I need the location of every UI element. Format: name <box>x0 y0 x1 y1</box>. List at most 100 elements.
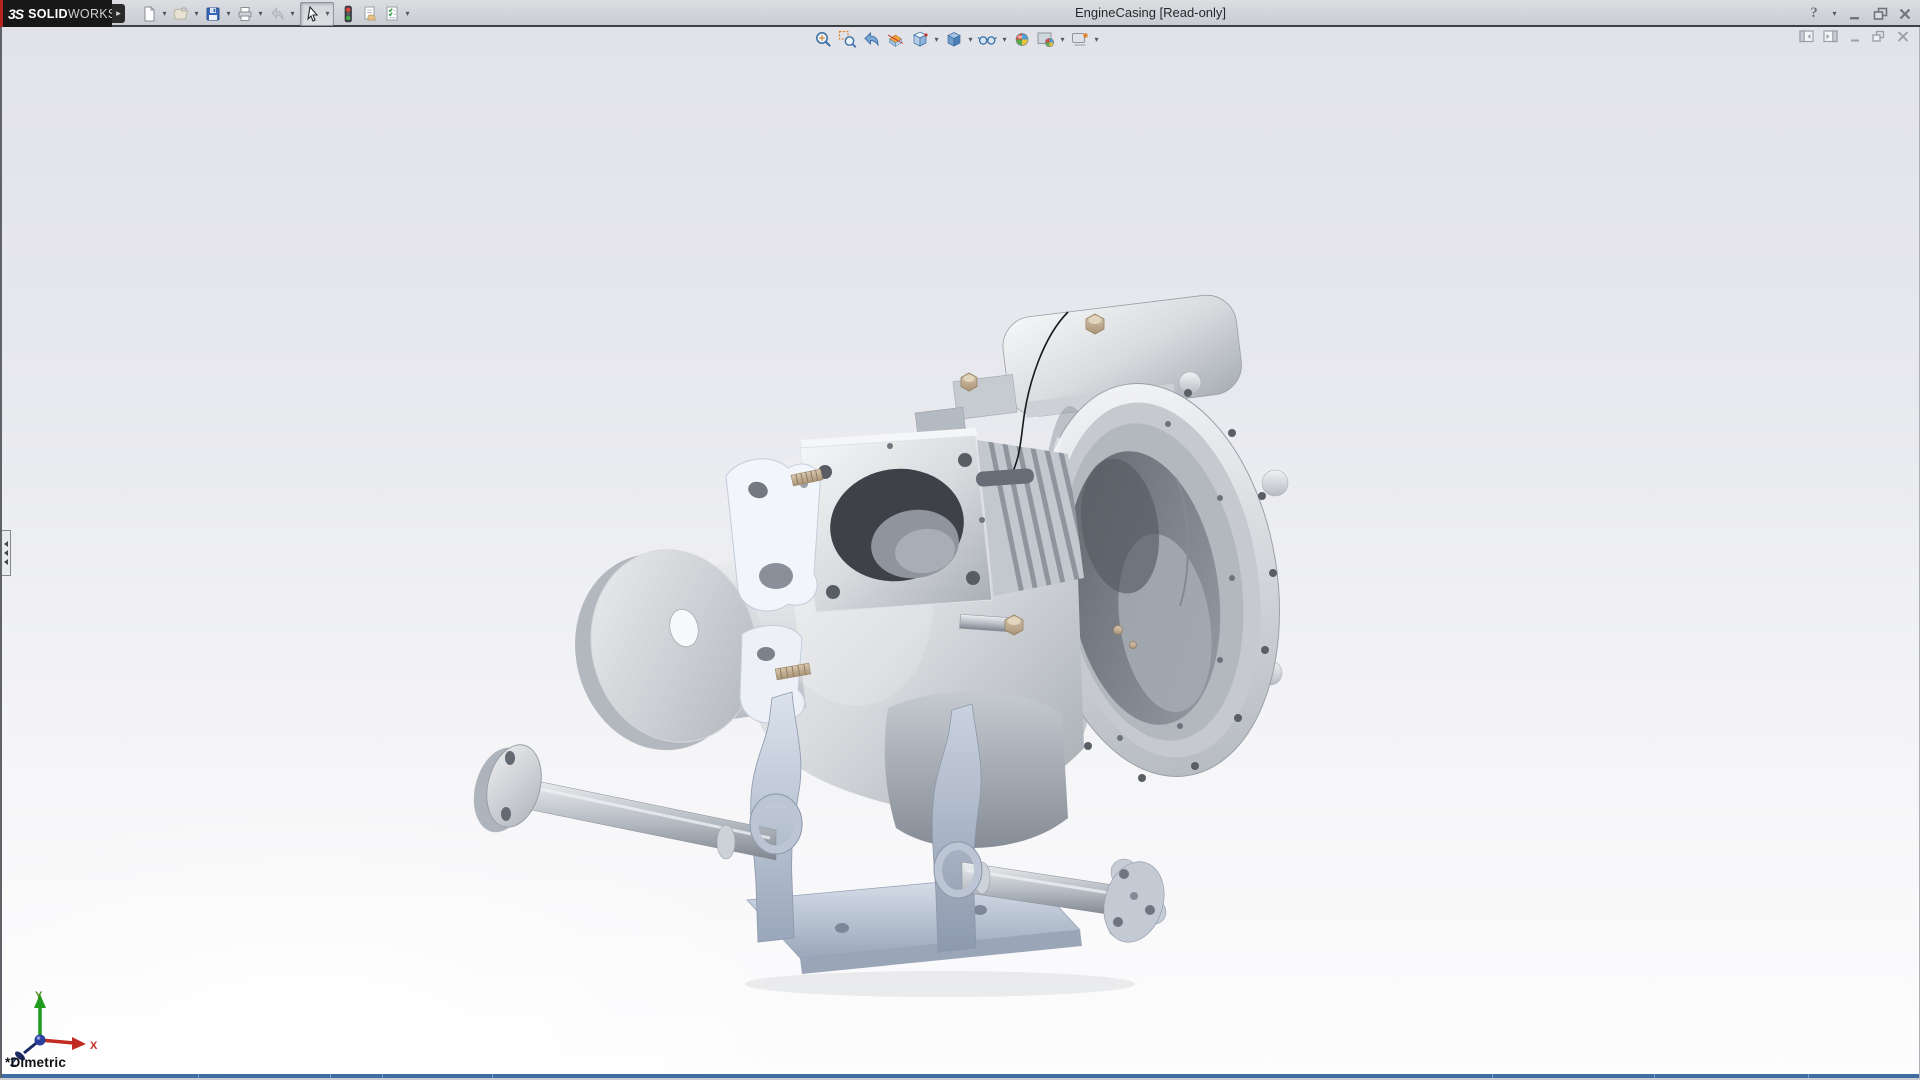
hide-show-items-icon <box>977 30 998 49</box>
dropdown-caret[interactable]: ▾ <box>160 9 169 18</box>
select-tool-group: ▾ <box>300 2 334 26</box>
doc-close-icon <box>1896 30 1910 43</box>
select-cursor-icon <box>304 5 322 23</box>
file-properties-button[interactable] <box>359 3 380 25</box>
status-divider <box>330 1074 331 1078</box>
status-divider <box>1492 1074 1493 1078</box>
close-button[interactable] <box>1896 5 1914 23</box>
minimize-icon <box>1848 7 1862 21</box>
document-restore-button[interactable] <box>1870 29 1887 44</box>
dropdown-caret[interactable]: ▾ <box>1058 35 1067 44</box>
model-3d-view[interactable] <box>420 278 1330 998</box>
menu-flyout-arrow[interactable]: ▸ <box>112 4 125 23</box>
dropdown-caret[interactable]: ▾ <box>192 9 201 18</box>
feature-pane-right-button[interactable] <box>1822 29 1839 44</box>
traffic-light-icon <box>339 5 357 23</box>
select-button[interactable] <box>302 3 323 25</box>
hide-show-items-button[interactable] <box>976 28 999 50</box>
dropdown-caret[interactable]: ▾ <box>323 9 332 18</box>
solidworks-logo: 3S SOLIDWORKS <box>0 0 112 27</box>
dropdown-caret[interactable]: ▾ <box>288 9 297 18</box>
help-button[interactable]: ? <box>1805 5 1823 23</box>
open-folder-icon <box>172 5 190 23</box>
status-bar <box>2 1074 1919 1078</box>
feature-pane-left-button[interactable] <box>1798 29 1815 44</box>
view-settings-icon <box>1070 30 1090 49</box>
engine-casing-model <box>420 278 1330 998</box>
print-button[interactable] <box>234 3 255 25</box>
edit-appearance-button[interactable] <box>1010 28 1033 50</box>
dropdown-caret[interactable]: ▾ <box>403 9 412 18</box>
standard-toolbar: ▾ ▾ ▾ <box>138 0 412 27</box>
apply-scene-button[interactable] <box>1034 28 1057 50</box>
window-controls: ? ▾ <box>1805 0 1914 27</box>
display-style-icon <box>944 30 964 49</box>
dropdown-caret[interactable]: ▾ <box>966 35 975 44</box>
zoom-to-fit-icon <box>814 30 834 49</box>
section-view-button[interactable] <box>884 28 907 50</box>
window-title: EngineCasing [Read-only] <box>1075 0 1226 27</box>
collapse-arrow-icon <box>4 559 8 565</box>
options-button[interactable] <box>381 3 402 25</box>
doc-restore-icon <box>1871 30 1886 43</box>
ground-shadow <box>745 971 1135 997</box>
new-document-icon <box>140 5 158 23</box>
status-divider <box>198 1074 199 1078</box>
options-checklist-icon <box>383 5 401 23</box>
brand-solid: SOLID <box>28 7 68 21</box>
brand-works: WORKS <box>68 7 117 21</box>
undo-icon <box>268 5 286 23</box>
view-orientation-icon <box>910 30 930 49</box>
document-close-button[interactable] <box>1894 29 1911 44</box>
collapse-arrow-icon <box>4 541 8 547</box>
print-icon <box>236 5 254 23</box>
dropdown-caret[interactable]: ▾ <box>1000 35 1009 44</box>
dropdown-caret[interactable]: ▾ <box>224 9 233 18</box>
solidworks-window: 3S SOLIDWORKS ▸ ▾ ▾ <box>0 0 1920 1080</box>
document-window-controls <box>1798 29 1911 44</box>
view-settings-button[interactable] <box>1068 28 1091 50</box>
file-properties-icon <box>361 5 379 23</box>
status-divider <box>1808 1074 1809 1078</box>
title-bar: 3S SOLIDWORKS ▸ ▾ ▾ <box>0 0 1920 27</box>
save-button[interactable] <box>202 3 223 25</box>
pane-right-icon <box>1823 30 1838 43</box>
display-style-button[interactable] <box>942 28 965 50</box>
heads-up-view-toolbar: ▾ ▾ ▾ <box>812 28 1101 50</box>
collapse-arrow-icon <box>4 550 8 556</box>
graphics-area[interactable]: ▾ ▾ ▾ <box>0 27 1920 1078</box>
restore-icon <box>1873 7 1888 21</box>
save-floppy-icon <box>204 5 222 23</box>
undo-button[interactable] <box>266 3 287 25</box>
rebuild-button[interactable] <box>337 3 358 25</box>
status-divider <box>1654 1074 1655 1078</box>
doc-minimize-icon <box>1848 30 1862 43</box>
cylinder-flange <box>800 428 992 612</box>
help-dropdown-caret[interactable]: ▾ <box>1830 9 1839 18</box>
intake-gasket <box>726 459 823 611</box>
stub-shaft <box>960 614 1009 631</box>
triad-x-label: X <box>90 1040 98 1052</box>
new-document-button[interactable] <box>138 3 159 25</box>
close-icon <box>1898 7 1912 21</box>
minimize-button[interactable] <box>1846 5 1864 23</box>
document-minimize-button[interactable] <box>1846 29 1863 44</box>
triad-y-label: Y <box>35 990 43 1002</box>
pane-left-icon <box>1799 30 1814 43</box>
previous-view-button[interactable] <box>860 28 883 50</box>
zoom-to-area-icon <box>838 30 858 49</box>
feature-manager-collapsed-tab[interactable] <box>2 530 11 576</box>
dropdown-caret[interactable]: ▾ <box>1092 35 1101 44</box>
zoom-to-area-button[interactable] <box>836 28 859 50</box>
view-orientation-label: *Dimetric <box>5 1055 66 1070</box>
dropdown-caret[interactable]: ▾ <box>932 35 941 44</box>
view-orientation-button[interactable] <box>908 28 931 50</box>
logo-accent-stripe <box>0 0 3 27</box>
restore-button[interactable] <box>1871 5 1889 23</box>
open-button[interactable] <box>170 3 191 25</box>
dropdown-caret[interactable]: ▾ <box>256 9 265 18</box>
zoom-to-fit-button[interactable] <box>812 28 835 50</box>
section-view-icon <box>886 30 906 49</box>
previous-view-icon <box>862 30 882 49</box>
rod-end-nut-top <box>1008 617 1021 625</box>
